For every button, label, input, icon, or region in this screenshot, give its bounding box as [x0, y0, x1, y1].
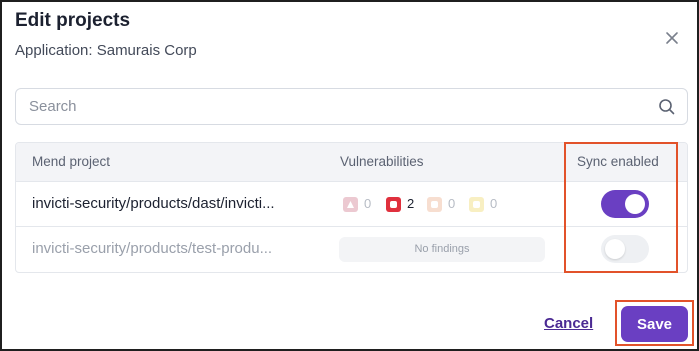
column-header-vulnerabilities: Vulnerabilities: [340, 154, 424, 169]
dialog-subtitle: Application: Samurais Corp: [15, 42, 197, 59]
vuln-low-count: 0: [490, 196, 498, 211]
vulnerability-summary: 0 2 0 0: [343, 196, 523, 214]
vuln-critical-count: 0: [364, 196, 372, 211]
dialog-title: Edit projects: [15, 10, 131, 31]
critical-severity-icon: [343, 197, 358, 212]
toggle-knob: [605, 239, 625, 259]
column-header-sync: Sync enabled: [577, 154, 659, 169]
sync-toggle[interactable]: [601, 235, 649, 263]
toggle-knob: [625, 194, 645, 214]
column-header-project: Mend project: [32, 154, 111, 169]
vuln-medium-count: 0: [448, 196, 456, 211]
projects-table: Mend project Vulnerabilities Sync enable…: [15, 142, 688, 273]
high-severity-icon: [386, 197, 401, 212]
table-row: invicti-security/products/dast/invicti..…: [16, 182, 687, 227]
no-findings-badge: No findings: [339, 237, 545, 262]
project-name: invicti-security/products/test-produ...: [32, 240, 273, 257]
table-row: invicti-security/products/test-produ... …: [16, 227, 687, 272]
table-header: Mend project Vulnerabilities Sync enable…: [16, 143, 687, 182]
edit-projects-dialog: Edit projects Application: Samurais Corp…: [0, 0, 699, 351]
save-button[interactable]: Save: [621, 306, 688, 342]
low-severity-icon: [469, 197, 484, 212]
vuln-high-count: 2: [407, 196, 415, 211]
sync-toggle[interactable]: [601, 190, 649, 218]
search-box: [15, 88, 688, 125]
search-input[interactable]: [16, 89, 646, 124]
medium-severity-icon: [427, 197, 442, 212]
project-name: invicti-security/products/dast/invicti..…: [32, 195, 275, 212]
cancel-button[interactable]: Cancel: [544, 315, 593, 332]
search-icon[interactable]: [657, 97, 677, 117]
close-icon: [666, 32, 678, 44]
close-button[interactable]: [662, 28, 682, 48]
